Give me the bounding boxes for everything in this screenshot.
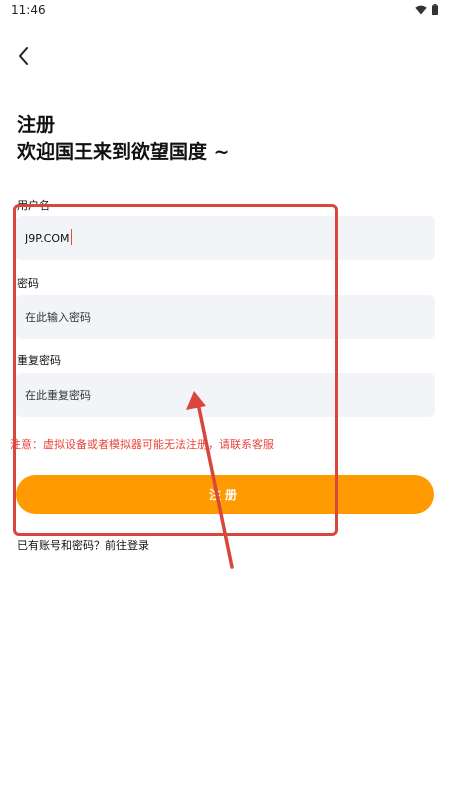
text-caret <box>71 229 72 245</box>
register-button[interactable]: 注册 <box>16 475 434 514</box>
status-icons <box>415 4 438 15</box>
wifi-icon <box>415 5 427 14</box>
login-link[interactable]: 已有账号和密码？前往登录 <box>17 537 149 553</box>
back-button[interactable] <box>12 44 36 68</box>
password-label: 密码 <box>17 277 39 290</box>
page-subtitle: 欢迎国王来到欲望国度 ~ <box>17 141 230 163</box>
battery-icon <box>432 4 438 15</box>
username-label: 用户名 <box>17 199 50 212</box>
confirm-password-input[interactable] <box>15 373 435 417</box>
page-title: 注册 <box>17 114 56 136</box>
chevron-left-icon <box>19 47 28 65</box>
username-input[interactable] <box>15 216 435 260</box>
confirm-password-label: 重复密码 <box>17 354 61 367</box>
emulator-notice: 注意：虚拟设备或者模拟器可能无法注册，请联系客服 <box>10 438 274 451</box>
status-bar: 11:46 <box>0 0 450 20</box>
password-input[interactable] <box>15 295 435 339</box>
status-time: 11:46 <box>11 3 46 17</box>
